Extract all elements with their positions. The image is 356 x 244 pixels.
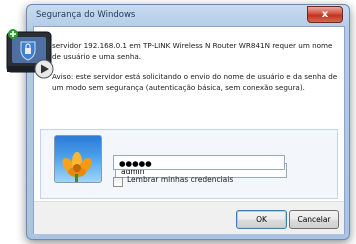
remember-label: Lembrar minhas credenciais — [127, 175, 234, 184]
ok-button[interactable]: OK — [236, 210, 287, 229]
auth-request-message: servidor 192.168.0.1 em TP-LINK Wireless… — [52, 41, 333, 61]
remember-checkbox[interactable] — [113, 177, 123, 187]
security-warning-message: Aviso: este servidor está solicitando o … — [52, 72, 338, 92]
dialog-body: servidor 192.168.0.1 em TP-LINK Wireless… — [33, 26, 345, 234]
dialog-footer: OK Cancelar — [34, 201, 344, 234]
cancel-button[interactable]: Cancelar — [289, 210, 339, 229]
password-field[interactable]: ●●●●● — [113, 155, 285, 170]
video-camera-icon — [4, 28, 58, 80]
close-button[interactable]: x — [307, 6, 343, 23]
user-flower-icon — [54, 135, 102, 183]
security-dialog: Segurança do Windows x servidor 192.168.… — [26, 4, 350, 240]
dialog-title: Segurança do Windows — [36, 10, 136, 20]
